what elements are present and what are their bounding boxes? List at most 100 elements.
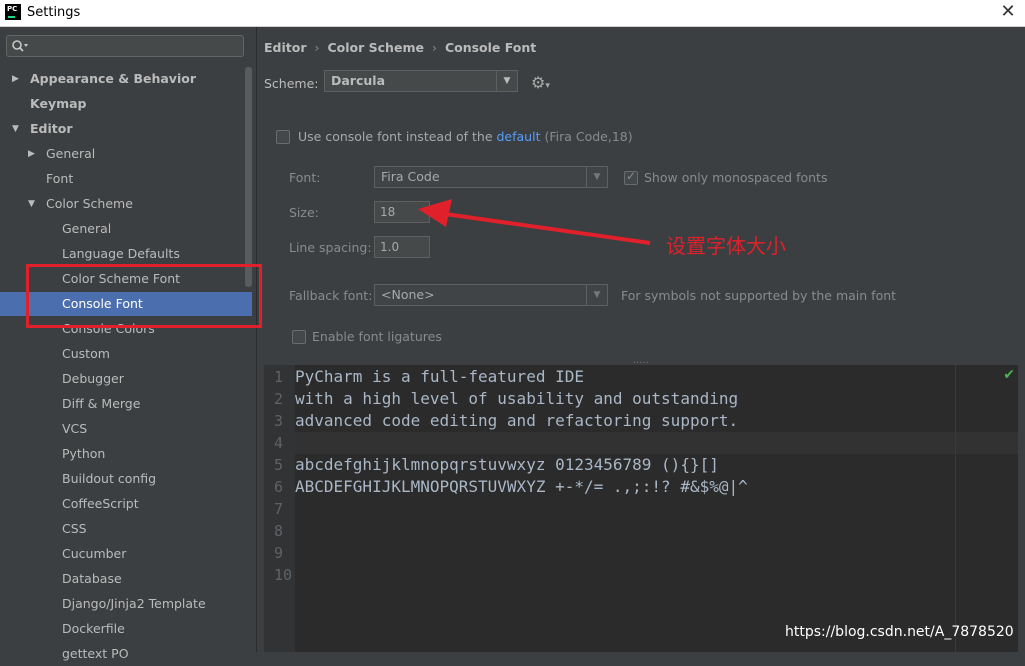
sidebar-item-label: Django/Jinja2 Template xyxy=(62,596,206,611)
sidebar-item-label: Custom xyxy=(62,346,110,361)
window-title: Settings xyxy=(27,5,81,20)
fallback-font-dropdown[interactable]: <None> ▼ xyxy=(374,284,608,306)
sidebar-scrollbar[interactable] xyxy=(245,67,252,287)
font-label: Font: xyxy=(289,170,321,185)
sidebar-item-label: Diff & Merge xyxy=(62,396,141,411)
gear-icon[interactable]: ⚙▾ xyxy=(531,73,550,92)
sidebar-item[interactable]: gettext PO xyxy=(0,642,252,666)
breadcrumb-console-font: Console Font xyxy=(444,40,537,55)
use-console-font-label: Use console font instead of the default … xyxy=(298,129,633,144)
sidebar-item[interactable]: Keymap xyxy=(0,92,252,116)
breadcrumb: Editor › Color Scheme › Console Font xyxy=(264,40,537,55)
line-number: 5 xyxy=(274,456,284,474)
sidebar-item-label: gettext PO xyxy=(62,646,129,661)
sidebar-item[interactable]: ▼ Color Scheme xyxy=(0,192,252,216)
sidebar-item[interactable]: Console Colors xyxy=(0,317,252,341)
size-label: Size: xyxy=(289,205,319,220)
sidebar-item[interactable]: Buildout config xyxy=(0,467,252,491)
sidebar-item-label: Color Scheme xyxy=(46,196,133,211)
sidebar-item[interactable]: Custom xyxy=(0,342,252,366)
sidebar-item[interactable]: Font xyxy=(0,167,252,191)
sidebar-item[interactable]: Django/Jinja2 Template xyxy=(0,592,252,616)
sidebar-item[interactable]: Diff & Merge xyxy=(0,392,252,416)
font-preview-editor[interactable]: 1 2 3 4 5 6 7 8 9 10 ✔ PyCharm is a full-featured… xyxy=(264,365,1018,652)
line-number: 2 xyxy=(274,390,284,408)
sidebar-item-label: Color Scheme Font xyxy=(62,271,181,286)
scheme-label: Scheme: xyxy=(264,76,319,91)
sidebar-item[interactable]: Debugger xyxy=(0,367,252,391)
sidebar-item-label: VCS xyxy=(62,421,88,436)
sidebar-item-label: General xyxy=(62,221,112,236)
preview-code-line: ABCDEFGHIJKLMNOPQRSTUVWXYZ +-*/= .,;:!? … xyxy=(295,477,748,496)
title-bar: PC Settings ✕ xyxy=(0,0,1025,27)
checkmark-icon: ✔ xyxy=(1003,367,1015,383)
line-number: 10 xyxy=(274,566,293,584)
sidebar-item[interactable]: VCS xyxy=(0,417,252,441)
sidebar-item-label: Appearance & Behavior xyxy=(30,71,196,86)
sidebar-item[interactable]: Language Defaults xyxy=(0,242,252,266)
line-number-gutter: 1 2 3 4 5 6 7 8 9 10 xyxy=(264,365,295,652)
search-icon xyxy=(12,40,28,52)
sidebar-item[interactable]: Console Font xyxy=(0,292,252,316)
line-number: 3 xyxy=(274,412,284,430)
sidebar-item[interactable]: ▶ Appearance & Behavior xyxy=(0,67,252,91)
preview-code-line: PyCharm is a full-featured IDE xyxy=(295,367,584,386)
settings-sidebar: ▶ Appearance & Behavior Keymap ▼ Editor ▶ Gene… xyxy=(0,27,257,661)
monospaced-only-label: Show only monospaced fonts xyxy=(644,170,828,185)
close-icon[interactable]: ✕ xyxy=(997,1,1019,23)
line-number: 1 xyxy=(274,368,284,386)
sidebar-item[interactable]: ▶ General xyxy=(0,142,252,166)
chevron-down-icon: ▼ xyxy=(496,71,517,91)
chevron-down-icon[interactable]: ▼ xyxy=(12,117,19,141)
sidebar-item[interactable]: ▼ Editor xyxy=(0,117,252,141)
default-font-hint: (Fira Code,18) xyxy=(540,129,633,144)
default-link[interactable]: default xyxy=(497,129,541,144)
font-ligatures-checkbox[interactable] xyxy=(292,330,306,344)
scheme-dropdown[interactable]: Darcula ▼ xyxy=(324,70,518,92)
line-number: 9 xyxy=(274,544,284,562)
sidebar-item-label: Buildout config xyxy=(62,471,157,486)
font-dropdown[interactable]: Fira Code ▼ xyxy=(374,166,608,188)
sidebar-item[interactable]: Python xyxy=(0,442,252,466)
font-value: Fira Code xyxy=(381,169,440,184)
sidebar-item-label: Database xyxy=(62,571,122,586)
sidebar-item-label: Language Defaults xyxy=(62,246,180,261)
chevron-down-icon[interactable]: ▼ xyxy=(28,192,35,216)
sidebar-item-label: Console Font xyxy=(62,296,143,311)
sidebar-item-label: CSS xyxy=(62,521,87,536)
preview-code-line: advanced code editing and refactoring su… xyxy=(295,411,739,430)
monospaced-only-checkbox[interactable] xyxy=(624,169,638,185)
annotation-arrow-icon xyxy=(418,199,651,245)
sidebar-item-label: Keymap xyxy=(30,96,87,111)
font-ligatures-label: Enable font ligatures xyxy=(312,329,442,344)
preview-code-line: abcdefghijklmnopqrstuvwxyz 0123456789 ()… xyxy=(295,455,719,474)
sidebar-item-label: Editor xyxy=(30,121,73,136)
fallback-font-label: Fallback font: xyxy=(289,288,373,303)
search-input[interactable] xyxy=(6,35,244,57)
line-number: 4 xyxy=(274,434,284,452)
sidebar-item[interactable]: Cucumber xyxy=(0,542,252,566)
watermark: https://blog.csdn.net/A_7878520 xyxy=(785,624,1014,640)
sidebar-item[interactable]: Database xyxy=(0,567,252,591)
sidebar-item[interactable]: CSS xyxy=(0,517,252,541)
chevron-right-icon[interactable]: ▶ xyxy=(12,67,19,91)
sidebar-item[interactable]: Color Scheme Font xyxy=(0,267,252,291)
use-console-font-text: Use console font instead of the xyxy=(298,129,497,144)
fallback-font-value: <None> xyxy=(381,287,435,302)
sidebar-item[interactable]: General xyxy=(0,217,252,241)
sidebar-item[interactable]: Dockerfile xyxy=(0,617,252,641)
sidebar-item-label: Debugger xyxy=(62,371,124,386)
use-console-font-checkbox[interactable] xyxy=(276,130,290,144)
line-number: 8 xyxy=(274,522,284,540)
fallback-font-hint: For symbols not supported by the main fo… xyxy=(621,288,897,303)
right-margin-guide xyxy=(955,365,956,652)
scheme-value: Darcula xyxy=(331,73,386,88)
caret-row-highlight xyxy=(295,432,1018,454)
chevron-down-icon: ▼ xyxy=(586,285,607,305)
sidebar-item[interactable]: CoffeeScript xyxy=(0,492,252,516)
sidebar-item-label: Python xyxy=(62,446,106,461)
chevron-down-icon: ▼ xyxy=(586,167,607,187)
chevron-right-icon[interactable]: ▶ xyxy=(28,142,35,166)
annotation-text: 设置字体大小 xyxy=(666,234,786,258)
pycharm-logo-icon: PC xyxy=(5,4,21,20)
